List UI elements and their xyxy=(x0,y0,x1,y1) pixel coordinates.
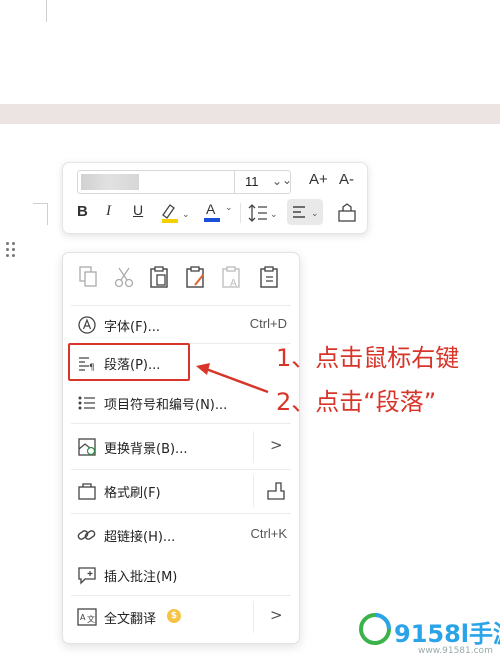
font-name-value xyxy=(81,174,139,190)
line-spacing-button[interactable]: ⌄ xyxy=(247,201,279,225)
drag-handle-icon[interactable] xyxy=(6,242,18,260)
menu-item-change-background[interactable]: 更换背景(B)... > xyxy=(63,431,299,463)
annotation-step2: 2、点击“段落” xyxy=(276,388,437,416)
brush-icon xyxy=(267,482,285,500)
menu-item-hyperlink[interactable]: 超链接(H)... Ctrl+K xyxy=(63,519,299,551)
paste-text-icon[interactable]: A xyxy=(221,265,243,289)
font-color-letter: A xyxy=(206,201,216,217)
pointer-arrow xyxy=(196,363,269,394)
toolbar-divider xyxy=(240,203,241,223)
submenu-arrow-button[interactable]: > xyxy=(253,601,299,633)
svg-text:文: 文 xyxy=(87,614,95,624)
svg-text:⌄: ⌄ xyxy=(270,209,278,219)
paste-special-icon[interactable] xyxy=(259,265,281,289)
menu-item-label: 超链接(H)... xyxy=(104,530,176,545)
menu-separator xyxy=(71,423,291,424)
font-color-button[interactable]: A ⌄ xyxy=(203,201,233,225)
list-icon xyxy=(77,393,97,413)
watermark-text: 9158l手游 xyxy=(394,620,500,648)
shrink-font-label: A- xyxy=(339,171,354,188)
copy-icon[interactable] xyxy=(77,265,99,289)
svg-text:⌄: ⌄ xyxy=(311,208,319,218)
format-painter-lock-button[interactable] xyxy=(253,475,299,507)
menu-item-label: 更换背景(B)... xyxy=(104,442,188,457)
highlight-button[interactable]: ⌄ xyxy=(159,201,190,225)
clipboard-row: A xyxy=(63,253,299,305)
shrink-font-button[interactable]: A- xyxy=(339,171,354,188)
paste-icon[interactable] xyxy=(149,265,171,289)
menu-separator xyxy=(71,469,291,470)
svg-text:⌄: ⌄ xyxy=(182,209,189,219)
svg-text:A: A xyxy=(80,613,86,622)
align-button[interactable]: ⌄ xyxy=(287,199,323,225)
svg-text:A: A xyxy=(230,278,237,289)
submenu-arrow-button[interactable]: > xyxy=(253,431,299,463)
grow-font-button[interactable]: A+ xyxy=(309,171,328,188)
italic-label: I xyxy=(106,203,111,219)
bold-button[interactable]: B xyxy=(77,203,88,220)
underline-button[interactable]: U xyxy=(133,202,143,218)
menu-item-translate[interactable]: A文 全文翻译 $ > xyxy=(63,601,299,633)
menu-separator xyxy=(71,513,291,514)
watermark-logo-icon xyxy=(359,613,391,645)
grow-font-label: A+ xyxy=(309,171,328,188)
comment-icon xyxy=(77,565,97,585)
font-icon xyxy=(77,315,97,335)
font-color-bar xyxy=(204,218,220,222)
menu-item-insert-comment[interactable]: 插入批注(M) xyxy=(63,559,299,591)
chevron-down-icon: ⌄ xyxy=(225,202,233,212)
annotation-step1: 1、点击鼠标右键 xyxy=(276,344,460,372)
menu-item-font[interactable]: 字体(F)... Ctrl+D xyxy=(63,309,299,341)
context-menu: A 字体(F)... Ctrl+D ¶ 段落(P)... 项目符号和编号(N).… xyxy=(62,252,300,644)
line-spacing-icon: ⌄ xyxy=(248,204,278,222)
watermark: 9158l手游 www.91581.com xyxy=(358,612,500,656)
chevron-right-icon: > xyxy=(270,606,283,624)
underline-label: U xyxy=(133,202,144,218)
margin-corner-mark xyxy=(33,203,48,225)
align-left-icon: ⌄ xyxy=(293,206,319,218)
bold-label: B xyxy=(77,203,88,220)
menu-item-label: 插入批注(M) xyxy=(104,570,178,585)
page-gap xyxy=(0,104,500,124)
menu-item-shortcut: Ctrl+K xyxy=(250,526,287,541)
menu-item-label: 格式刷(F) xyxy=(104,486,161,501)
menu-separator xyxy=(71,595,291,596)
menu-item-shortcut: Ctrl+D xyxy=(249,316,287,331)
menu-item-format-painter[interactable]: 格式刷(F) xyxy=(63,475,299,507)
font-size-select[interactable]: 11 ⌄ xyxy=(234,170,298,194)
menu-item-label: 项目符号和编号(N)... xyxy=(104,398,228,413)
menu-item-label: 字体(F)... xyxy=(104,320,161,335)
background-icon xyxy=(77,437,97,457)
format-painter-icon xyxy=(77,481,97,501)
paragraph-highlight-box xyxy=(68,343,190,381)
chevron-down-icon: ⌄ xyxy=(281,173,292,187)
cut-icon[interactable] xyxy=(113,265,135,289)
font-size-value: 11 xyxy=(245,174,259,189)
highlighter-icon: ⌄ xyxy=(162,204,190,223)
link-icon xyxy=(77,525,97,545)
watermark-url: www.91581.com xyxy=(418,646,493,656)
italic-button[interactable]: I xyxy=(106,203,111,220)
margin-mark xyxy=(46,0,47,22)
paste-format-icon[interactable] xyxy=(185,265,207,289)
menu-separator xyxy=(71,305,291,306)
document-page-top xyxy=(0,0,500,104)
premium-coin-icon: $ xyxy=(167,609,181,623)
menu-item-label: 全文翻译 xyxy=(104,612,157,627)
toolbox-button[interactable] xyxy=(335,201,359,225)
toolbox-icon xyxy=(338,203,356,222)
translate-icon: A文 xyxy=(77,607,97,627)
chevron-right-icon: > xyxy=(270,436,283,454)
mini-toolbar: ⌄ 11 ⌄ A+ A- B I U ⌄ A ⌄ ⌄ ⌄ xyxy=(62,162,368,234)
